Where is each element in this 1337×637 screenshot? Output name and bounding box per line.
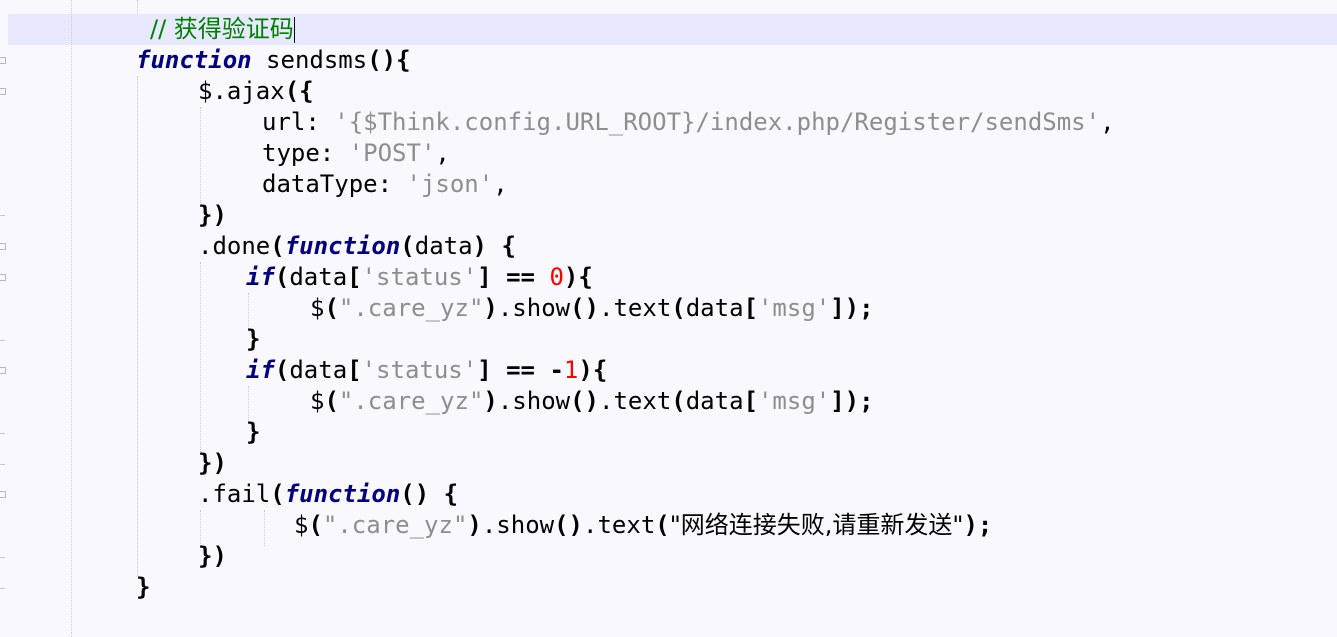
done-param: data: [414, 232, 473, 260]
code-line-close: }): [198, 542, 227, 570]
keyword-function: function: [284, 480, 401, 508]
keyword-function: function: [136, 46, 252, 74]
datatype-value: 'json': [406, 170, 494, 198]
function-name: sendsms: [251, 46, 368, 74]
done-method: .done: [198, 232, 271, 260]
selector-string: ".care_yz": [322, 511, 468, 539]
indent-guide: [137, 0, 138, 14]
data-ident: data: [289, 356, 348, 384]
code-line-type: type: 'POST',: [262, 139, 450, 167]
datatype-key: dataType:: [262, 170, 407, 198]
data-ident: data: [289, 263, 348, 291]
fold-end-mark: [0, 588, 5, 589]
text-method: .text: [599, 387, 672, 415]
minus-sign: -: [549, 356, 564, 384]
text-caret: [293, 17, 295, 43]
code-line-show-msg: $(".care_yz").show().text(data['msg']);: [310, 387, 874, 415]
jquery-dollar: $: [310, 294, 325, 322]
indent-guide: [200, 107, 201, 203]
fold-marker-icon[interactable]: [0, 243, 6, 250]
status-zero: 0: [549, 263, 564, 291]
code-line-if-success: if(data['status'] == 0){: [246, 263, 593, 291]
fold-marker-icon[interactable]: [0, 88, 6, 95]
fold-end-mark: [0, 557, 5, 558]
code-line-url: url: '{$Think.config.URL_ROOT}/index.php…: [262, 108, 1115, 136]
code-line-close: }: [246, 325, 261, 353]
jquery-dollar: $: [294, 511, 309, 539]
keyword-function: function: [284, 232, 401, 260]
url-key: url:: [262, 108, 335, 136]
msg-key: 'msg': [757, 294, 831, 322]
status-key: 'status': [361, 263, 478, 291]
indent-guide: [137, 76, 138, 576]
gutter-guide: [71, 0, 72, 637]
fail-method: .fail: [198, 480, 271, 508]
data-ident: data: [685, 294, 744, 322]
code-line-function-decl: function sendsms(){: [136, 46, 411, 74]
code-line-close: }: [246, 418, 261, 446]
fold-marker-icon[interactable]: [0, 274, 6, 281]
type-key: type:: [262, 139, 349, 167]
text-method: .text: [583, 511, 656, 539]
code-line-fail: .fail(function() {: [198, 480, 459, 508]
code-line-datatype: dataType: 'json',: [262, 170, 508, 198]
fold-end-mark: [0, 433, 5, 434]
code-line-done: .done(function(data) {: [198, 232, 516, 260]
indent-guide: [264, 510, 265, 546]
code-line-close: }): [198, 201, 227, 229]
code-line-show-fail-msg: $(".care_yz").show().text("网络连接失败,请重新发送"…: [294, 511, 993, 539]
equality-operator: ==: [506, 263, 536, 291]
show-method: .show: [497, 294, 571, 322]
code-line-show-msg: $(".care_yz").show().text(data['msg']);: [310, 294, 874, 322]
code-line-ajax: $.ajax({: [198, 77, 314, 105]
fold-marker-icon[interactable]: [0, 57, 6, 64]
fold-end-mark: [0, 464, 5, 465]
status-one: 1: [563, 356, 579, 384]
code-line-close: }): [198, 449, 227, 477]
fold-end-mark: [0, 215, 5, 216]
code-line-close: }: [136, 573, 151, 601]
fold-end-mark: [0, 340, 5, 341]
url-value: '{$Think.config.URL_ROOT}/index.php/Regi…: [334, 108, 1101, 136]
keyword-if: if: [246, 263, 275, 291]
msg-key: 'msg': [757, 387, 831, 415]
show-method: .show: [497, 387, 571, 415]
indent-guide: [200, 262, 201, 452]
data-ident: data: [685, 387, 744, 415]
text-method: .text: [599, 294, 672, 322]
equality-operator: ==: [506, 356, 536, 384]
keyword-if: if: [246, 356, 275, 384]
status-key: 'status': [361, 356, 478, 384]
code-line-if-fail: if(data['status'] == -1){: [246, 356, 608, 384]
code-editor[interactable]: // 获得验证码 function sendsms(){ $.ajax({ ur…: [0, 0, 1337, 637]
ajax-call: $.ajax: [198, 77, 285, 105]
fold-marker-icon[interactable]: [0, 367, 6, 374]
selector-string: ".care_yz": [338, 387, 484, 415]
selector-string: ".care_yz": [338, 294, 484, 322]
show-method: .show: [481, 511, 555, 539]
jquery-dollar: $: [310, 387, 325, 415]
code-comment: // 获得验证码: [150, 15, 294, 43]
fail-message-string: "网络连接失败,请重新发送": [669, 511, 964, 539]
type-value: 'POST': [348, 139, 436, 167]
fold-marker-icon[interactable]: [0, 491, 6, 498]
code-line-comment: // 获得验证码: [150, 14, 295, 45]
